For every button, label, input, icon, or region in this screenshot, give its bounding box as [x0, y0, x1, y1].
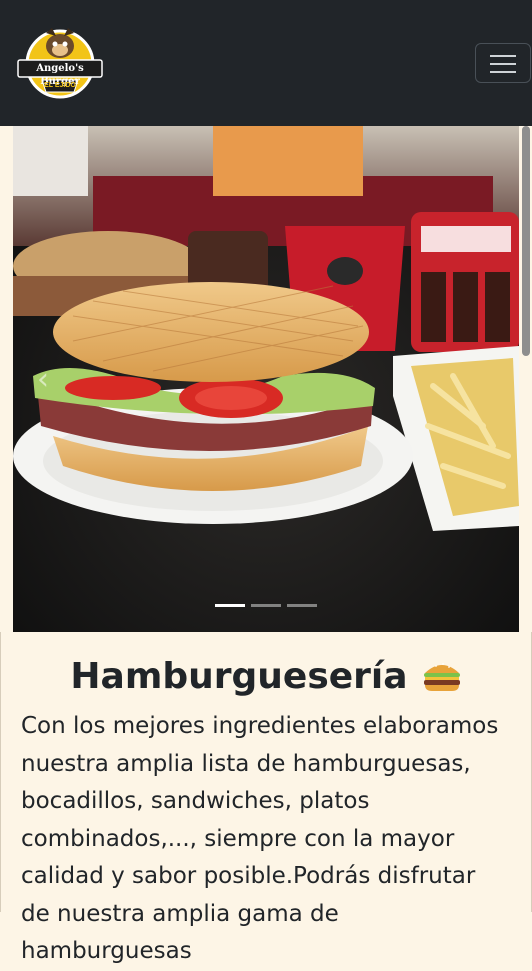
image-carousel[interactable]: ‹	[13, 126, 519, 632]
brand-location: EL EJIDO	[44, 82, 76, 89]
scrollbar-thumb[interactable]	[522, 126, 530, 356]
burger-icon	[422, 659, 462, 693]
carousel-indicator-1[interactable]	[215, 604, 245, 607]
brand-logo[interactable]: Angelo's Burger EL EJIDO	[16, 24, 104, 100]
carousel-slide-image	[13, 126, 519, 632]
chevron-left-icon: ‹	[37, 361, 49, 397]
navbar: Angelo's Burger EL EJIDO	[0, 0, 532, 126]
page-title-text: Hamburguesería	[70, 656, 408, 697]
page-title: Hamburguesería	[0, 654, 532, 700]
carousel-prev-button[interactable]: ‹	[13, 126, 73, 632]
carousel-indicators	[13, 602, 519, 610]
carousel-indicator-3[interactable]	[287, 604, 317, 607]
intro-paragraph: Con los mejores ingredientes elaboramos …	[21, 713, 499, 964]
navbar-toggler-button[interactable]	[475, 43, 531, 83]
carousel-indicator-2[interactable]	[251, 604, 281, 607]
